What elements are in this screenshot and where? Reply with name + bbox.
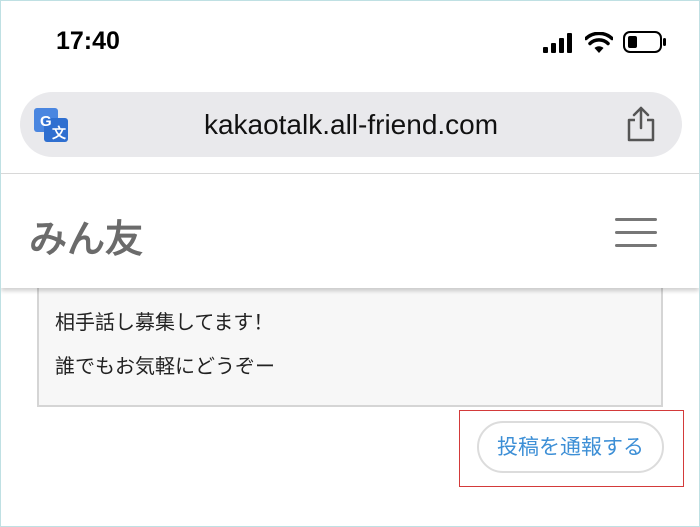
site-logo[interactable]: みん友 — [29, 208, 143, 263]
wifi-icon — [585, 32, 613, 53]
status-icons — [543, 31, 667, 53]
share-icon[interactable] — [626, 106, 656, 142]
url-text[interactable]: kakaotalk.all-friend.com — [20, 109, 682, 141]
status-bar: 17:40 — [1, 1, 699, 91]
battery-icon — [623, 31, 666, 53]
screen: 17:40 G 文 kakaotalk.all-friend.com みん友 相… — [0, 0, 700, 527]
site-header: みん友 — [1, 174, 699, 288]
content-area: 相手話し募集してます！ 誰でもお気軽にどうぞー 投稿を通報する — [1, 278, 699, 526]
signal-icon — [543, 33, 572, 53]
hamburger-menu-icon[interactable] — [615, 218, 657, 248]
post-line-2: 誰でもお気軽にどうぞー — [55, 354, 275, 378]
status-time: 17:40 — [56, 27, 120, 55]
post-box: 相手話し募集してます！ 誰でもお気軽にどうぞー — [37, 278, 663, 407]
report-post-button[interactable]: 投稿を通報する — [477, 421, 664, 473]
post-line-1: 相手話し募集してます！ — [55, 310, 274, 334]
url-bar[interactable]: G 文 kakaotalk.all-friend.com — [20, 92, 682, 157]
